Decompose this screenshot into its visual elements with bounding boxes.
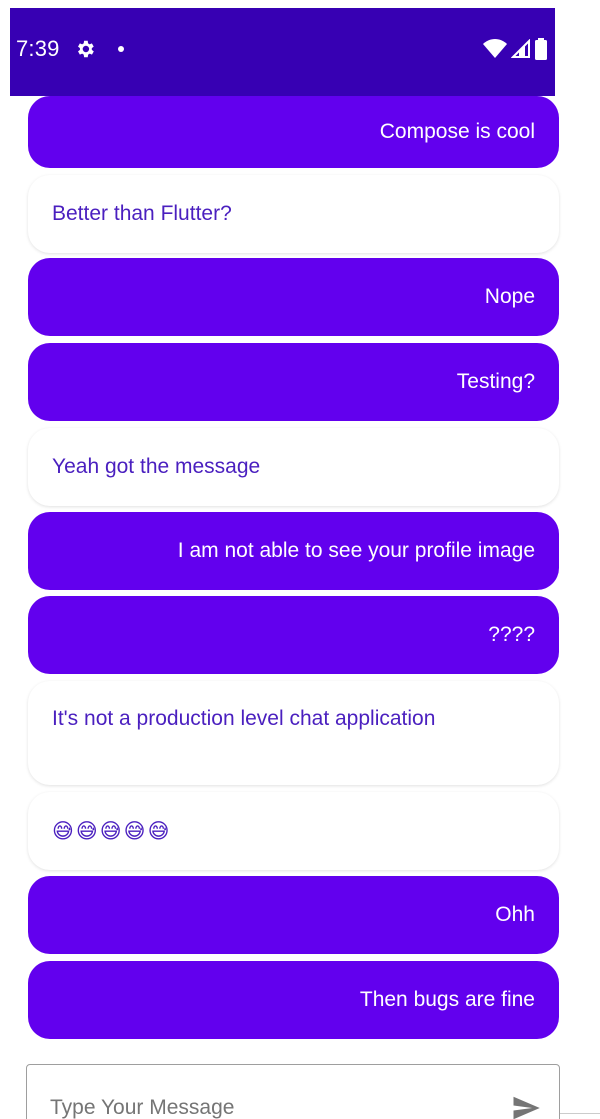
divider bbox=[560, 1113, 600, 1114]
message-bubble-sent: I am not able to see your profile image bbox=[28, 512, 559, 590]
message-text: Compose is cool bbox=[379, 120, 535, 143]
battery-icon bbox=[535, 38, 547, 60]
message-bubble-sent: Compose is cool bbox=[28, 96, 559, 168]
signal-icon bbox=[511, 39, 530, 58]
send-icon[interactable] bbox=[511, 1093, 541, 1119]
status-time: 7:39 bbox=[16, 36, 60, 61]
settings-gear-icon bbox=[77, 40, 94, 58]
message-text: 😅😅😅😅😅 bbox=[52, 819, 172, 843]
message-bubble-received: It's not a production level chat applica… bbox=[28, 681, 559, 785]
message-text: It's not a production level chat applica… bbox=[52, 707, 436, 730]
notification-dot-icon bbox=[117, 46, 124, 52]
status-left: 7:39 bbox=[16, 36, 124, 62]
message-input-bar bbox=[26, 1064, 560, 1119]
message-bubble-sent: Ohh bbox=[28, 876, 559, 954]
message-bubble-sent: Then bugs are fine bbox=[28, 961, 559, 1039]
chat-screen: 7:39 Compose is cool Better than Flutter… bbox=[0, 0, 600, 1119]
message-text: Testing? bbox=[456, 370, 535, 393]
message-text: Better than Flutter? bbox=[52, 202, 232, 225]
message-text: Nope bbox=[484, 285, 535, 308]
message-text: ???? bbox=[488, 623, 535, 646]
message-bubble-sent: Nope bbox=[28, 258, 559, 336]
message-text: Ohh bbox=[495, 903, 535, 926]
message-text: Yeah got the message bbox=[52, 455, 261, 478]
message-bubble-received: 😅😅😅😅😅 bbox=[28, 792, 559, 870]
message-bubble-received: Better than Flutter? bbox=[28, 175, 559, 253]
wifi-icon bbox=[483, 39, 507, 58]
message-input[interactable] bbox=[50, 1093, 490, 1119]
message-bubble-sent: ???? bbox=[28, 596, 559, 674]
status-right bbox=[483, 38, 547, 60]
message-bubble-received: Yeah got the message bbox=[28, 428, 559, 506]
message-bubble-sent: Testing? bbox=[28, 343, 559, 421]
status-bar: 7:39 bbox=[10, 8, 555, 96]
message-text: I am not able to see your profile image bbox=[177, 539, 535, 562]
message-text: Then bugs are fine bbox=[359, 988, 535, 1011]
